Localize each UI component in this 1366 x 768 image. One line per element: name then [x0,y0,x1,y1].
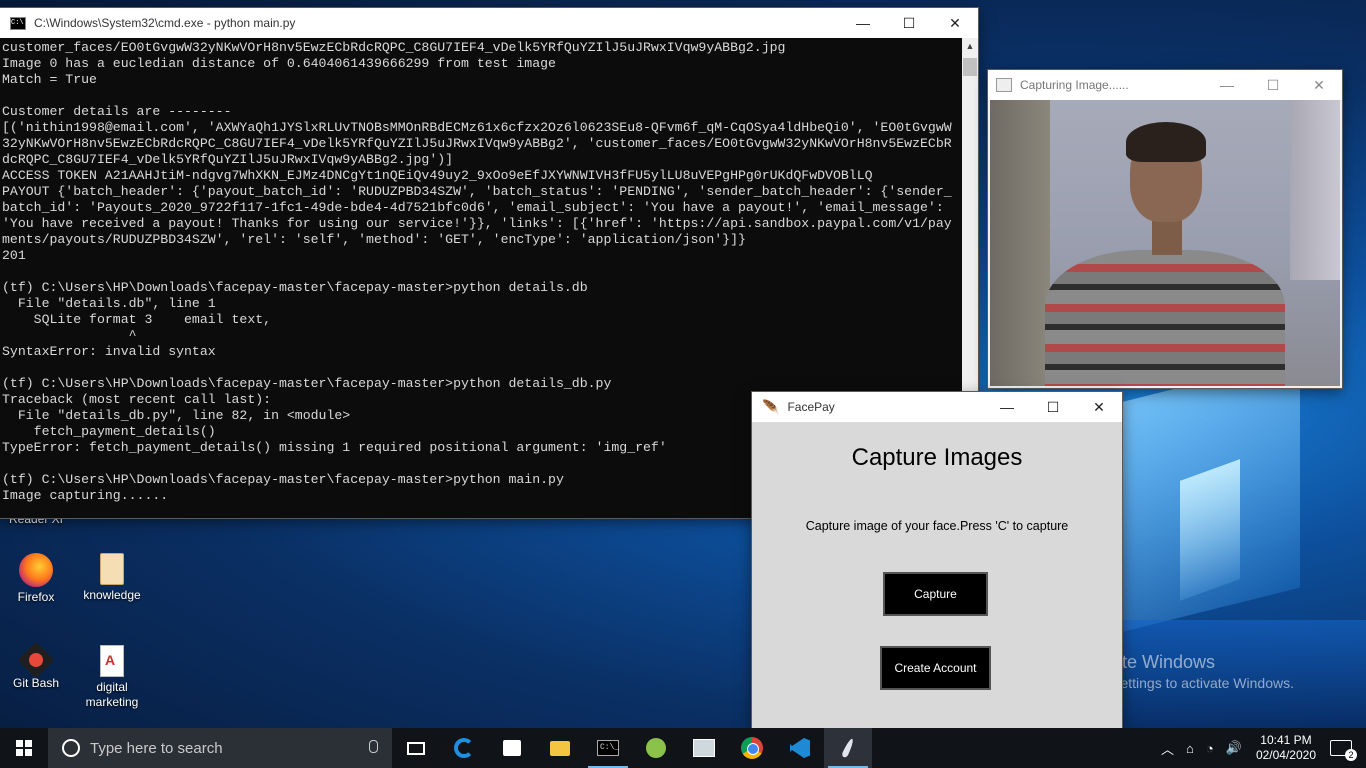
task-view-icon [407,741,425,755]
clock-date: 02/04/2020 [1255,748,1316,762]
taskbar-edge[interactable] [440,728,488,768]
chrome-icon [741,737,763,759]
chevron-up-icon[interactable]: ︿ [1161,739,1174,758]
desktop-icon-label: Git Bash [12,676,60,690]
volume-icon[interactable]: 🔊 [1226,740,1242,756]
photos-icon [693,739,715,757]
scroll-up-arrow-icon[interactable]: ▲ [962,38,978,54]
taskbar: Type here to search C:\_ ︿ ⌂ ◔ 🔊 10:41 P… [0,728,1366,768]
taskbar-search[interactable]: Type here to search [48,728,392,768]
python-feather-icon [841,737,855,759]
cmd-title: C:\Windows\System32\cmd.exe - python mai… [34,16,296,30]
desktop-icon-firefox[interactable]: Firefox [0,553,72,605]
file-explorer-icon [550,740,570,756]
taskbar-chrome[interactable] [728,728,776,768]
person-hair [1126,122,1206,162]
taskbar-android-studio[interactable] [632,728,680,768]
clock-time: 10:41 PM [1260,733,1312,747]
notification-icon[interactable]: 2 [1330,740,1357,761]
capture-instruction: Capture image of your face.Press 'C' to … [805,519,1069,533]
android-studio-icon [646,738,666,758]
folder-icon [100,553,124,585]
capture-title: Capturing Image...... [1020,78,1129,92]
maximize-button[interactable]: ☐ [1030,392,1076,422]
close-button[interactable]: ✕ [932,8,978,38]
create-account-button[interactable]: Create Account [880,646,991,690]
cmd-icon: C:\_ [597,740,619,756]
edge-icon [454,738,474,758]
close-button[interactable]: ✕ [1076,392,1122,422]
taskbar-vscode[interactable] [776,728,824,768]
system-tray: ︿ ⌂ ◔ 🔊 10:41 PM 02/04/2020 2 [1155,728,1366,768]
desktop-icon-label: Firefox [17,590,55,604]
pdf-icon [100,645,124,677]
maximize-button[interactable]: ☐ [1250,70,1296,100]
maximize-button[interactable]: ☐ [886,8,932,38]
search-icon [62,739,80,757]
taskbar-store[interactable] [488,728,536,768]
minimize-button[interactable]: — [984,392,1030,422]
minimize-button[interactable]: — [840,8,886,38]
webcam-feed [990,100,1340,386]
window-app-icon [996,78,1012,92]
background-light [1290,100,1340,280]
cmd-titlebar[interactable]: C:\ C:\Windows\System32\cmd.exe - python… [0,8,978,38]
start-button[interactable] [0,728,48,768]
taskbar-python[interactable] [824,728,872,768]
wifi-icon[interactable]: ◔ [1206,741,1214,756]
clock[interactable]: 10:41 PM 02/04/2020 [1256,733,1316,763]
background-door [990,100,1050,386]
task-view-button[interactable] [392,728,440,768]
wallpaper-light [1180,459,1240,601]
capture-titlebar[interactable]: Capturing Image...... — ☐ ✕ [988,70,1342,100]
store-icon [503,740,521,756]
page-title: Capture Images [851,444,1023,471]
facepay-window[interactable]: 🪶 FacePay — ☐ ✕ Capture Images Capture i… [752,392,1122,728]
vscode-icon [790,738,810,758]
minimize-button[interactable]: — [1204,70,1250,100]
desktop-icon-label: digital marketing [85,680,139,709]
capture-button[interactable]: Capture [883,572,988,616]
taskbar-photos[interactable] [680,728,728,768]
search-placeholder: Type here to search [90,739,223,757]
network-icon[interactable]: ⌂ [1186,741,1194,756]
capture-window[interactable]: Capturing Image...... — ☐ ✕ [988,70,1342,388]
feather-icon: 🪶 [762,398,780,415]
taskbar-cmd[interactable]: C:\_ [584,728,632,768]
scrollbar-thumb[interactable] [963,58,977,76]
desktop-icon-knowledge[interactable]: knowledge [76,553,148,603]
desktop-icon-digital-marketing[interactable]: digital marketing [76,645,148,710]
notification-count: 2 [1345,749,1357,761]
taskbar-file-explorer[interactable] [536,728,584,768]
cmd-icon: C:\ [10,16,26,30]
close-button[interactable]: ✕ [1296,70,1342,100]
person-shirt [1045,250,1285,386]
desktop-icon-label: knowledge [83,588,141,602]
windows-logo-icon [16,740,32,756]
git-bash-icon [17,641,55,679]
facepay-title: FacePay [787,400,835,414]
desktop-icon-git-bash[interactable]: Git Bash [0,641,72,691]
microphone-icon[interactable] [369,740,378,753]
firefox-icon [19,553,53,587]
facepay-titlebar[interactable]: 🪶 FacePay — ☐ ✕ [752,392,1122,422]
